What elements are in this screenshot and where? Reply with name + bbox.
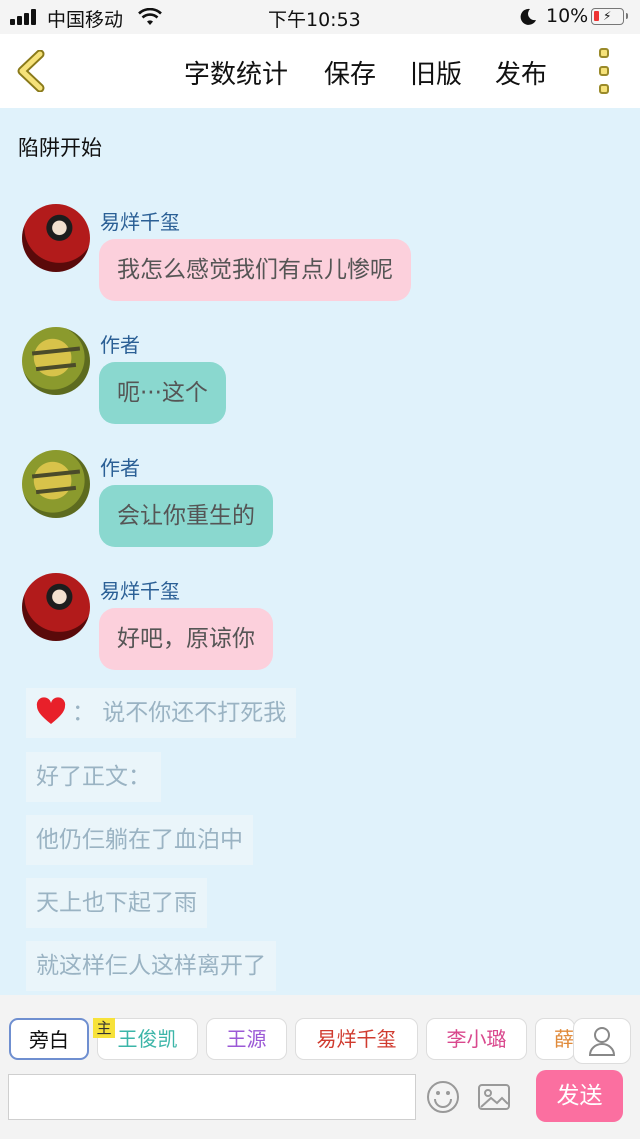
status-bar: 中国移动 下午10:53 10% ⚡ bbox=[0, 0, 640, 34]
back-arrow-icon[interactable] bbox=[14, 50, 50, 92]
message-bubble: 我怎么感觉我们有点儿惨呢 bbox=[99, 239, 411, 301]
clock: 下午10:53 bbox=[268, 9, 361, 31]
publish-button[interactable]: 发布 bbox=[495, 54, 547, 91]
sender-name: 作者 bbox=[100, 333, 140, 357]
narration-line[interactable]: 他仍仨躺在了血泊中 bbox=[26, 815, 253, 865]
battery-percent: 10% bbox=[546, 5, 589, 27]
moon-icon bbox=[520, 8, 536, 25]
send-button[interactable]: 发送 bbox=[536, 1070, 623, 1122]
message-bubble: 好吧，原谅你 bbox=[99, 608, 273, 670]
narration-line[interactable]: 天上也下起了雨 bbox=[26, 878, 207, 928]
narration-text: 天上也下起了雨 bbox=[36, 890, 197, 916]
character-chip[interactable]: 李小璐 bbox=[426, 1018, 527, 1060]
main-character-badge: 主 bbox=[93, 1018, 115, 1038]
avatar bbox=[22, 450, 90, 518]
character-chip[interactable]: 王源 bbox=[206, 1018, 287, 1060]
character-chip-narrator[interactable]: 旁白 bbox=[9, 1018, 89, 1060]
avatar bbox=[22, 327, 90, 395]
editor-header: 字数统计 保存 旧版 发布 bbox=[0, 34, 640, 108]
person-icon[interactable] bbox=[573, 1018, 631, 1064]
avatar bbox=[22, 573, 90, 641]
sender-name: 易烊千玺 bbox=[100, 210, 180, 234]
narration-text: ： 说不你还不打死我 bbox=[72, 700, 287, 726]
narration-text: 就这样仨人这样离开了 bbox=[36, 953, 266, 979]
narration-text: 好了正文： bbox=[36, 764, 151, 790]
battery-icon: ⚡ bbox=[591, 8, 628, 25]
message-bubble: 会让你重生的 bbox=[99, 485, 273, 547]
narration-line[interactable]: ： 说不你还不打死我 bbox=[26, 688, 297, 738]
heart-icon bbox=[36, 696, 66, 724]
character-chip[interactable]: 薛 bbox=[535, 1018, 575, 1060]
sender-name: 作者 bbox=[100, 456, 140, 480]
save-button[interactable]: 保存 bbox=[324, 54, 376, 91]
story-title: 陷阱开始 bbox=[18, 136, 102, 160]
word-count-button[interactable]: 字数统计 bbox=[184, 54, 288, 91]
message-bubble: 呃···这个 bbox=[99, 362, 226, 424]
sender-name: 易烊千玺 bbox=[100, 579, 180, 603]
narration-line[interactable]: 就这样仨人这样离开了 bbox=[26, 941, 276, 991]
character-chip[interactable]: 易烊千玺 bbox=[295, 1018, 418, 1060]
message-input[interactable] bbox=[8, 1074, 416, 1120]
narration-text: 他仍仨躺在了血泊中 bbox=[36, 827, 243, 853]
narration-line[interactable]: 好了正文： bbox=[26, 752, 161, 802]
wifi-icon bbox=[138, 8, 162, 25]
image-icon[interactable] bbox=[476, 1079, 512, 1115]
more-menu-icon[interactable] bbox=[596, 46, 614, 96]
signal-icon bbox=[10, 9, 40, 25]
avatar bbox=[22, 204, 90, 272]
carrier-label: 中国移动 bbox=[47, 9, 124, 31]
old-version-button[interactable]: 旧版 bbox=[410, 54, 462, 91]
emoji-icon[interactable] bbox=[425, 1079, 461, 1115]
